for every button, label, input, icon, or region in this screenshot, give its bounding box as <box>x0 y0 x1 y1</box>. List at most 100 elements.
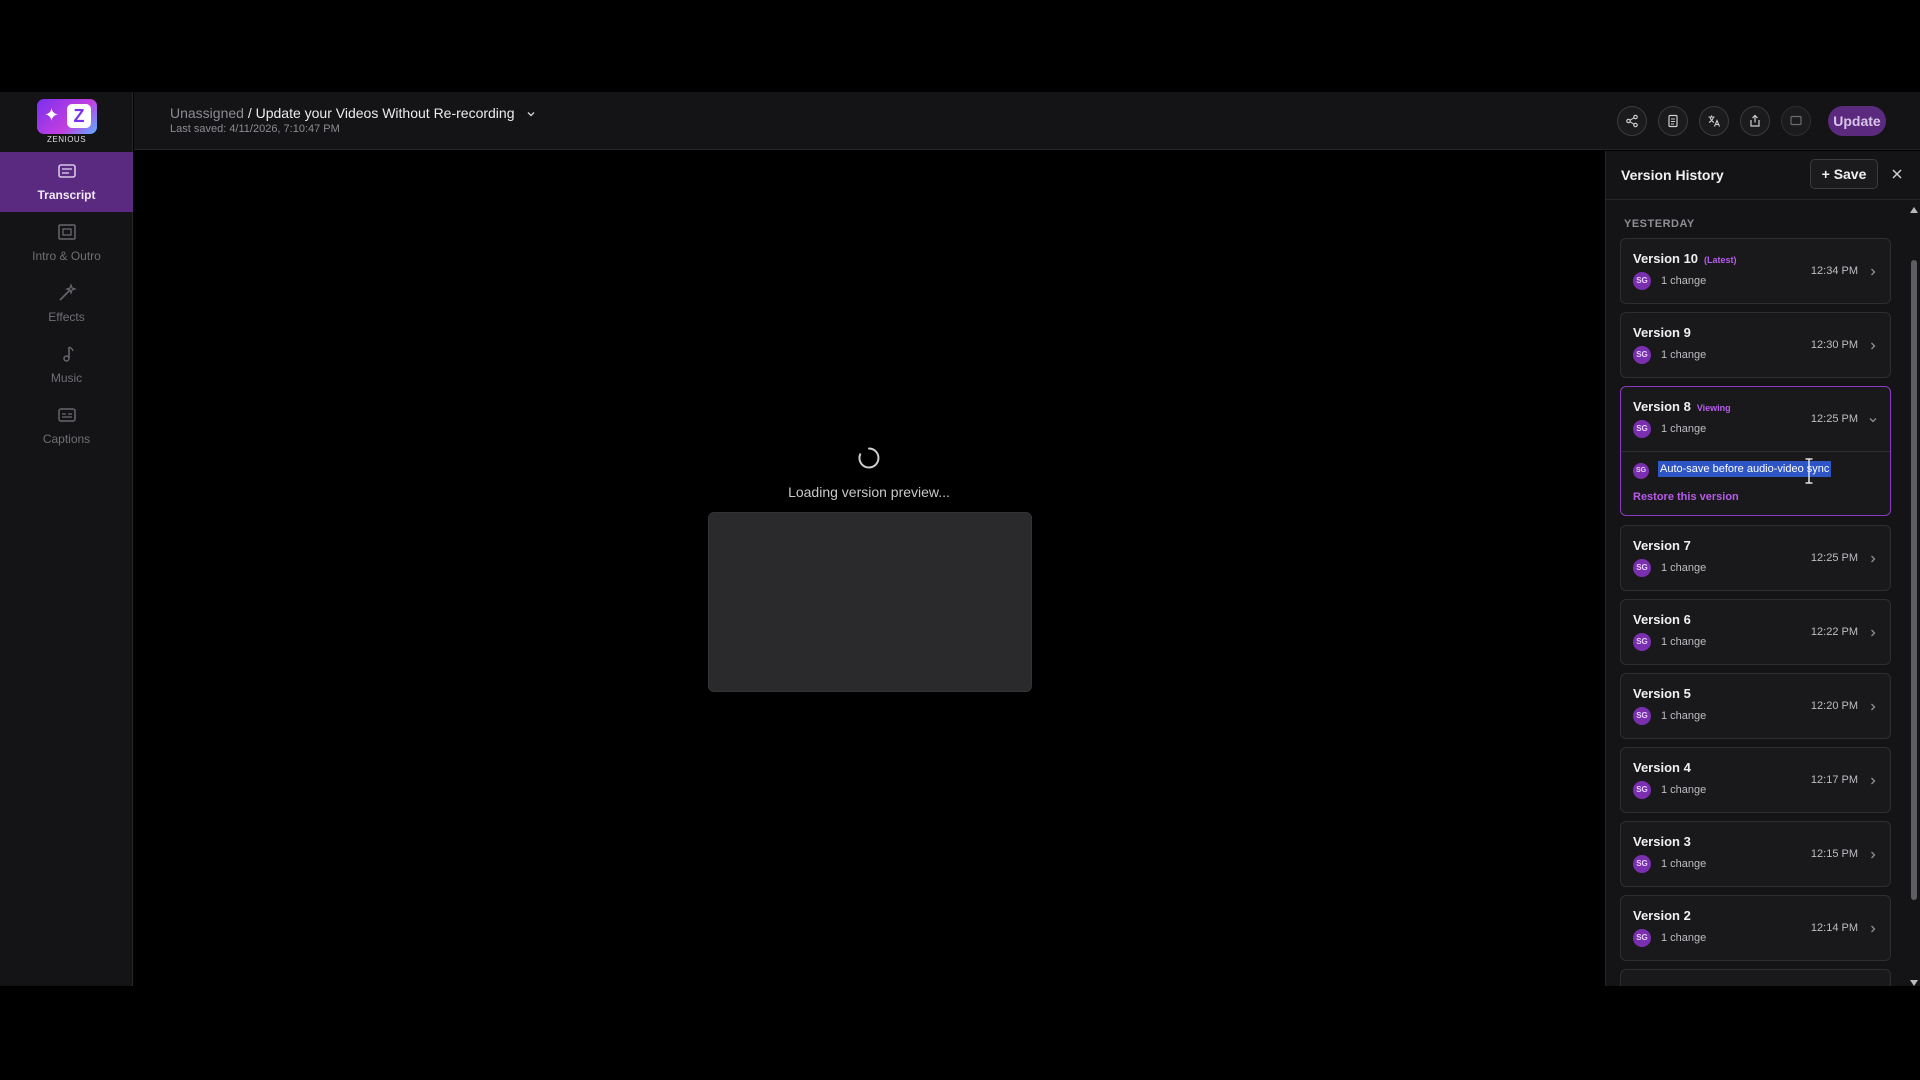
change-count: 1 change <box>1661 636 1707 648</box>
magic-wand-icon <box>58 283 77 301</box>
version-time: 12:34 PM <box>1810 265 1858 277</box>
version-label: Version 9 <box>1633 325 1691 340</box>
chevron-right-icon <box>1871 777 1876 785</box>
sidebar-item-label: Captions <box>42 432 91 446</box>
version-label: Version 3 <box>1633 834 1691 849</box>
avatar: SG <box>1633 781 1651 799</box>
logo[interactable]: ✦ Z ZENIOUS <box>0 92 133 150</box>
version-name: Version 9 <box>1633 325 1691 340</box>
avatar: SG <box>1633 346 1651 364</box>
sidebar-item-music[interactable]: Music <box>0 335 133 395</box>
change-count: 1 change <box>1661 784 1707 796</box>
z-logo-icon: Z <box>67 104 91 128</box>
scroll-up-arrow-icon[interactable] <box>1910 207 1918 213</box>
avatar: SG <box>1633 707 1651 725</box>
version-card-viewing[interactable]: Version 8 Viewing SG 1 change 12:25 PM SG… <box>1620 386 1891 516</box>
version-time: 12:20 PM <box>1810 700 1858 712</box>
top-header: Unassigned / Update your Videos Without … <box>134 92 1920 150</box>
document-button[interactable] <box>1658 106 1688 136</box>
left-sidebar: ✦ Z ZENIOUS Transcript Intro & Outro Eff… <box>0 92 133 986</box>
version-time: 12:15 PM <box>1810 848 1858 860</box>
update-button[interactable]: Update <box>1828 106 1886 136</box>
comment-icon <box>1790 115 1802 126</box>
version-name: Version 10 (Latest) <box>1633 251 1737 266</box>
version-label: Version 7 <box>1633 538 1691 553</box>
avatar: SG <box>1633 633 1651 651</box>
avatar: SG <box>1633 855 1651 873</box>
last-saved-text: Last saved: 4/11/2026, 7:10:47 PM <box>170 123 340 135</box>
chevron-right-icon <box>1871 925 1876 933</box>
avatar: SG <box>1633 929 1651 947</box>
avatar: SG <box>1633 559 1651 577</box>
video-preview-placeholder <box>708 512 1032 692</box>
change-count: 1 change <box>1661 349 1707 361</box>
version-label: Version 5 <box>1633 686 1691 701</box>
version-label: Version 10 <box>1633 251 1699 266</box>
sidebar-item-intro-outro[interactable]: Intro & Outro <box>0 213 133 273</box>
restore-version-link[interactable]: Restore this version <box>1633 491 1739 503</box>
version-time: 12:22 PM <box>1810 626 1858 638</box>
version-name: Version 5 <box>1633 686 1691 701</box>
group-label: YESTERDAY <box>1624 218 1695 230</box>
breadcrumb[interactable]: Unassigned / Update your Videos Without … <box>170 105 536 121</box>
music-note-icon <box>62 346 74 362</box>
captions-icon <box>57 408 76 422</box>
viewing-badge: Viewing <box>1696 403 1731 413</box>
loading-text: Loading version preview... <box>788 484 950 500</box>
version-card[interactable]: Version 2 SG 1 change 12:14 PM <box>1620 895 1891 961</box>
sidebar-item-captions[interactable]: Captions <box>0 396 133 456</box>
close-icon[interactable] <box>1889 166 1905 182</box>
export-icon <box>1750 114 1760 127</box>
plus-icon: + <box>1821 166 1834 182</box>
version-name: Version 6 <box>1633 612 1691 627</box>
video-title[interactable]: Update your Videos Without Re-recording <box>256 105 515 121</box>
sidebar-item-effects[interactable]: Effects <box>0 274 133 334</box>
scrollbar-thumb[interactable] <box>1911 260 1917 900</box>
export-button[interactable] <box>1740 106 1770 136</box>
version-name: Version 8 Viewing <box>1633 399 1731 414</box>
version-name: Version 7 <box>1633 538 1691 553</box>
version-time: 12:14 PM <box>1810 922 1858 934</box>
version-label: Version 6 <box>1633 612 1691 627</box>
scrollbar[interactable] <box>1909 207 1919 986</box>
version-label: Version 4 <box>1633 760 1691 775</box>
version-time: 12:25 PM <box>1810 413 1858 425</box>
save-version-button[interactable]: + Save <box>1810 159 1878 189</box>
breadcrumb-project[interactable]: Unassigned <box>170 105 244 121</box>
translate-icon <box>1708 115 1721 127</box>
chevron-down-icon[interactable] <box>526 109 536 119</box>
version-card-partial[interactable] <box>1620 969 1891 986</box>
sidebar-item-transcript[interactable]: Transcript <box>0 152 133 212</box>
version-card[interactable]: Version 9 SG 1 change 12:30 PM <box>1620 312 1891 378</box>
version-card[interactable]: Version 10 (Latest) SG 1 change 12:34 PM <box>1620 238 1891 304</box>
latest-badge: (Latest) <box>1704 255 1737 265</box>
panel-title: Version History <box>1621 167 1724 183</box>
chevron-down-icon <box>1869 418 1877 423</box>
preview-area: Loading version preview... <box>134 151 1605 986</box>
breadcrumb-separator: / <box>243 105 256 121</box>
sparkle-icon: ✦ <box>44 105 60 125</box>
sidebar-item-label: Music <box>50 371 83 385</box>
avatar: SG <box>1633 272 1651 290</box>
translate-button[interactable] <box>1699 106 1729 136</box>
chevron-right-icon <box>1871 268 1876 276</box>
version-card[interactable]: Version 6 SG 1 change 12:22 PM <box>1620 599 1891 665</box>
transcript-icon <box>57 164 76 178</box>
version-card[interactable]: Version 5 SG 1 change 12:20 PM <box>1620 673 1891 739</box>
card-divider <box>1621 451 1890 452</box>
share-button[interactable] <box>1617 106 1647 136</box>
sidebar-item-label: Transcript <box>37 188 96 202</box>
version-time: 12:25 PM <box>1810 552 1858 564</box>
letterbox-bottom <box>0 986 1920 1080</box>
version-card[interactable]: Version 7 SG 1 change 12:25 PM <box>1620 525 1891 591</box>
comment-button[interactable] <box>1781 106 1811 136</box>
change-count: 1 change <box>1661 423 1707 435</box>
version-card[interactable]: Version 4 SG 1 change 12:17 PM <box>1620 747 1891 813</box>
app-window: ✦ Z ZENIOUS Transcript Intro & Outro Eff… <box>0 92 1920 986</box>
change-count: 1 change <box>1661 275 1707 287</box>
letterbox-top <box>0 0 1920 92</box>
version-card[interactable]: Version 3 SG 1 change 12:15 PM <box>1620 821 1891 887</box>
version-time: 12:30 PM <box>1810 339 1858 351</box>
logo-text: ZENIOUS <box>46 135 87 144</box>
version-label: Version 8 <box>1633 399 1691 414</box>
